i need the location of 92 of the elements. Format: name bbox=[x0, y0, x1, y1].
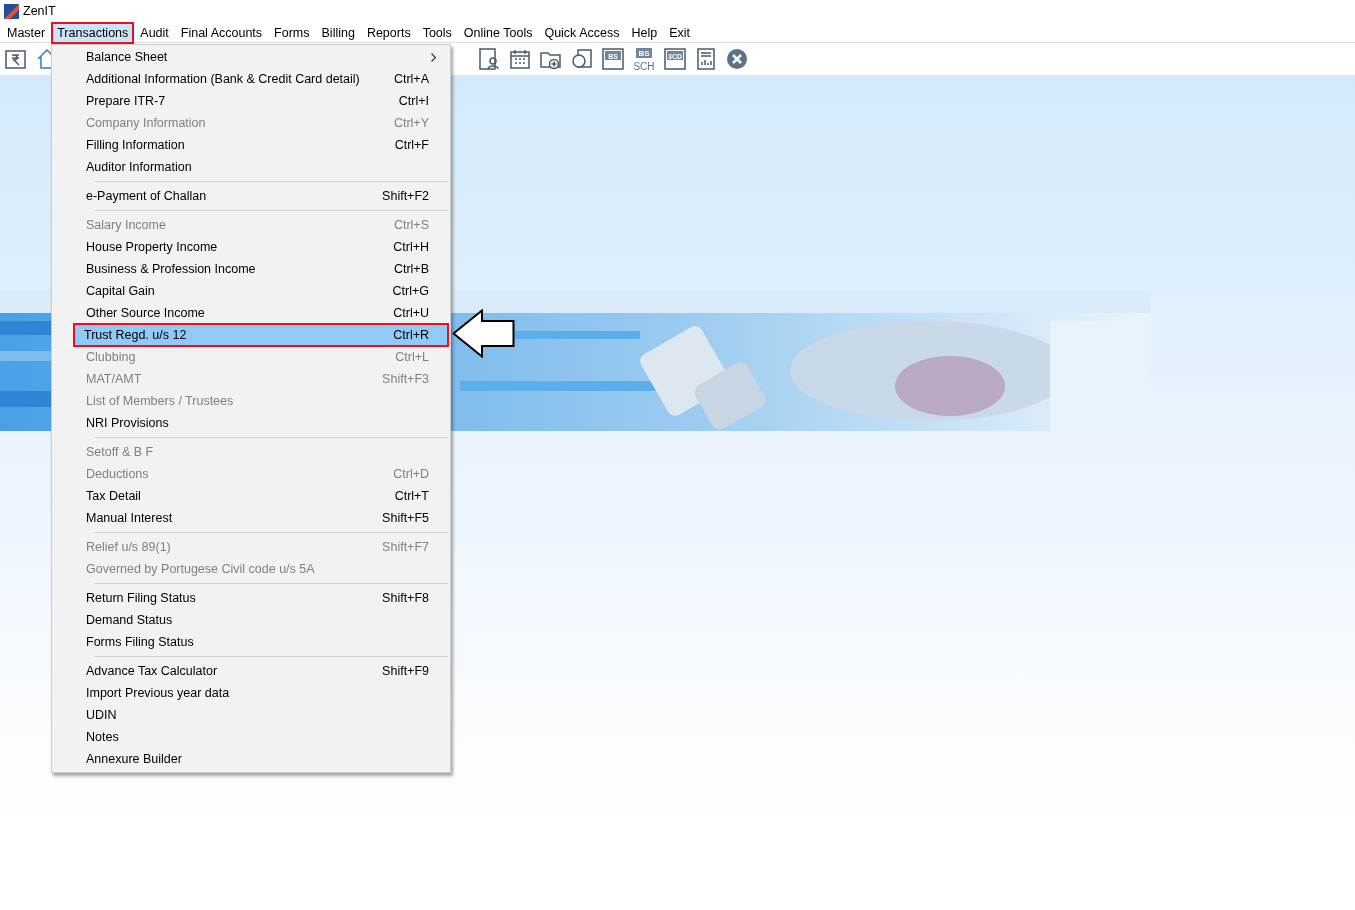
shortcut-label: Shift+F2 bbox=[382, 187, 429, 205]
menu-item[interactable]: Online Tools bbox=[457, 22, 539, 44]
app-logo-icon bbox=[4, 3, 19, 19]
menu-item[interactable]: Forms Filing Status bbox=[54, 631, 448, 653]
menu-item-label: e-Payment of Challan bbox=[86, 187, 208, 205]
user-document-icon[interactable] bbox=[477, 47, 501, 71]
shortcut-label: Ctrl+R bbox=[393, 326, 429, 344]
menu-item[interactable]: Final Accounts bbox=[174, 22, 269, 44]
menu-item[interactable]: Audit bbox=[134, 22, 175, 44]
menu-item-label: Tax Detail bbox=[86, 487, 142, 505]
menu-item-label: Auditor Information bbox=[86, 158, 193, 176]
menu-item[interactable]: UDIN bbox=[54, 704, 448, 726]
menu-item-label: Salary Income bbox=[86, 216, 167, 234]
menu-item-label: Clubbing bbox=[86, 348, 137, 366]
menu-item-label: Additional Information (Bank & Credit Card detail) bbox=[86, 70, 361, 88]
shortcut-label: Ctrl+D bbox=[393, 465, 429, 483]
shortcut-label: Ctrl+G bbox=[392, 282, 429, 300]
menu-item-label: Annexure Builder bbox=[86, 750, 183, 768]
menu-item-label: UDIN bbox=[86, 706, 118, 724]
menu-item-label: MAT/AMT bbox=[86, 370, 143, 388]
menu-item-label: Trust Regd. u/s 12 bbox=[84, 326, 188, 344]
menu-item-label: Filling Information bbox=[86, 136, 186, 154]
shortcut-label: Ctrl+F bbox=[394, 136, 429, 154]
menu-item[interactable]: NRI Provisions bbox=[54, 412, 448, 434]
menu-item-label: Governed by Portugese Civil code u/s 5A bbox=[86, 560, 316, 578]
menu-item[interactable]: Help bbox=[625, 22, 664, 44]
menu-item[interactable]: Other Source Income Ctrl+U bbox=[54, 302, 448, 324]
menu-item-label: Company Information bbox=[86, 114, 207, 132]
menu-item-label: Deductions bbox=[86, 465, 150, 483]
menu-item[interactable]: Business & Profession Income Ctrl+B bbox=[54, 258, 448, 280]
menu-item-label: Demand Status bbox=[86, 611, 174, 629]
menu-item-label: Manual Interest bbox=[86, 509, 174, 527]
shortcut-label: Ctrl+L bbox=[395, 348, 429, 366]
shortcut-label: Ctrl+Y bbox=[393, 114, 429, 132]
menu-item[interactable]: Reports bbox=[360, 22, 417, 44]
menu-item-label: Return Filing Status bbox=[86, 589, 197, 607]
menu-item[interactable]: Additional Information (Bank & Credit Card detail) Ctrl+A bbox=[54, 68, 448, 90]
menu-item-label: Business & Profession Income bbox=[86, 260, 257, 278]
menu-item[interactable]: Tax Detail Ctrl+T bbox=[54, 485, 448, 507]
menu-item-label: Setoff & B F bbox=[86, 443, 155, 461]
shortcut-label: Ctrl+B bbox=[393, 260, 429, 278]
menu-item[interactable]: Auditor Information bbox=[54, 156, 448, 178]
rupee-document-icon[interactable] bbox=[4, 47, 28, 71]
menu-item[interactable]: Annexure Builder bbox=[54, 748, 448, 770]
menu-item[interactable]: Advance Tax Calculator Shift+F9 bbox=[54, 660, 448, 682]
menu-item-label: House Property Income bbox=[86, 238, 219, 256]
menu-item-label: Advance Tax Calculator bbox=[86, 662, 219, 680]
menu-item-label: Capital Gain bbox=[86, 282, 156, 300]
menu-item-label: Import Previous year data bbox=[86, 684, 231, 702]
menu-item-label: Other Source Income bbox=[86, 304, 206, 322]
shortcut-label: Ctrl+I bbox=[398, 92, 429, 110]
menu-item[interactable]: House Property Income Ctrl+H bbox=[54, 236, 448, 258]
menu-item[interactable]: Demand Status bbox=[54, 609, 448, 631]
menu-item[interactable]: Notes bbox=[54, 726, 448, 748]
menu-item-label: Balance Sheet bbox=[86, 48, 169, 66]
menu-item[interactable]: Tools bbox=[416, 22, 458, 44]
shortcut-label: Ctrl+S bbox=[393, 216, 429, 234]
shortcut-label: Ctrl+U bbox=[393, 304, 429, 322]
document-circle-icon[interactable] bbox=[570, 47, 594, 71]
menu-item[interactable]: Balance Sheet bbox=[54, 46, 448, 68]
menu-item[interactable]: Exit bbox=[663, 22, 696, 44]
shortcut-label: Ctrl+A bbox=[393, 70, 429, 88]
menu-item[interactable]: Capital Gain Ctrl+G bbox=[54, 280, 448, 302]
window-title: ZenIT bbox=[23, 2, 56, 20]
shortcut-label: Shift+F8 bbox=[382, 589, 429, 607]
menu-item-label: List of Members / Trustees bbox=[86, 392, 235, 410]
menu-item[interactable]: Quick Access bbox=[538, 22, 626, 44]
menu-item[interactable]: Manual Interest Shift+F5 bbox=[54, 507, 448, 529]
shortcut-label: Shift+F7 bbox=[382, 538, 429, 556]
shortcut-label: Shift+F3 bbox=[382, 370, 429, 388]
menu-item-label: Notes bbox=[86, 728, 120, 746]
menu-item[interactable]: e-Payment of Challan Shift+F2 bbox=[54, 185, 448, 207]
menu-item[interactable]: Return Filing Status Shift+F8 bbox=[54, 587, 448, 609]
report-icon[interactable] bbox=[694, 47, 718, 71]
menu-item[interactable]: Forms bbox=[268, 22, 316, 44]
menu-item[interactable]: Master bbox=[1, 22, 52, 44]
menu-item[interactable]: Transactions bbox=[51, 22, 135, 44]
menu-item[interactable]: Prepare ITR-7 Ctrl+I bbox=[54, 90, 448, 112]
menu-item-label: Prepare ITR-7 bbox=[86, 92, 167, 110]
menu-item[interactable]: Billing bbox=[315, 22, 361, 44]
close-icon[interactable] bbox=[725, 47, 749, 71]
menu-item[interactable]: Trust Regd. u/s 12 Ctrl+R bbox=[74, 324, 448, 346]
shortcut-label: Shift+F9 bbox=[382, 662, 429, 680]
shortcut-label: Ctrl+H bbox=[393, 238, 429, 256]
calendar-icon[interactable] bbox=[508, 47, 532, 71]
menu-item[interactable]: Filling Information Ctrl+F bbox=[54, 134, 448, 156]
menu-item-label: Relief u/s 89(1) bbox=[86, 538, 172, 556]
menu-item[interactable]: Import Previous year data bbox=[54, 682, 448, 704]
shortcut-label: Shift+F5 bbox=[382, 509, 429, 527]
shortcut-label: Ctrl+T bbox=[394, 487, 429, 505]
menu-item-label: NRI Provisions bbox=[86, 414, 170, 432]
menu-item-label: Forms Filing Status bbox=[86, 633, 195, 651]
